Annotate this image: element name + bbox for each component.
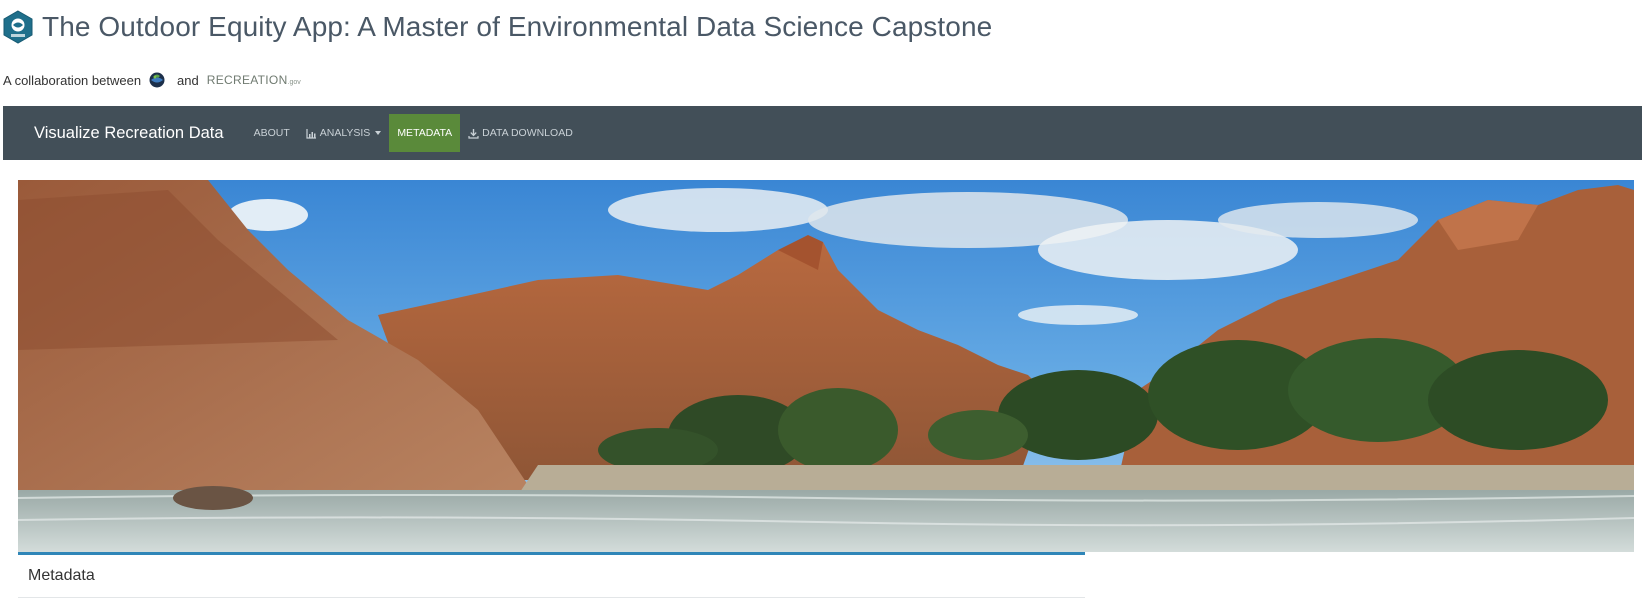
hex-logo-icon	[3, 10, 33, 44]
tab-data-download[interactable]: DATA DOWNLOAD	[460, 114, 581, 152]
app-header: The Outdoor Equity App: A Master of Envi…	[0, 0, 1642, 60]
recreation-gov-logo: RECREATION.gov	[207, 73, 301, 87]
collaboration-and: and	[177, 72, 199, 88]
collaboration-prefix: A collaboration between	[3, 72, 142, 88]
chevron-down-icon	[375, 131, 382, 135]
bar-chart-icon	[306, 128, 316, 139]
collaboration-line: A collaboration between and RECREATION.g…	[3, 70, 301, 90]
tab-metadata-label: METADATA	[397, 127, 453, 139]
recreation-logo-text: RECREATION	[206, 73, 288, 87]
tab-about-label: ABOUT	[253, 127, 290, 139]
tab-analysis[interactable]: ANALYSIS	[298, 114, 390, 152]
navbar-brand[interactable]: Visualize Recreation Data	[34, 124, 224, 143]
landscape-illustration	[18, 180, 1634, 552]
tab-analysis-label: ANALYSIS	[319, 127, 371, 139]
tab-metadata[interactable]: METADATA	[389, 114, 461, 152]
metadata-panel-title: Metadata	[28, 567, 95, 584]
globe-logo-icon	[149, 72, 165, 88]
canyon-river-landscape-image	[18, 180, 1634, 552]
recreation-logo-suffix: .gov	[287, 79, 301, 86]
download-icon	[468, 128, 479, 139]
metadata-panel: Metadata	[18, 552, 1085, 598]
main-navbar: Visualize Recreation Data ABOUT ANALYSIS…	[3, 106, 1642, 160]
tab-data-download-label: DATA DOWNLOAD	[482, 127, 573, 139]
app-title: The Outdoor Equity App: A Master of Envi…	[42, 11, 993, 42]
tab-about[interactable]: ABOUT	[246, 114, 298, 152]
